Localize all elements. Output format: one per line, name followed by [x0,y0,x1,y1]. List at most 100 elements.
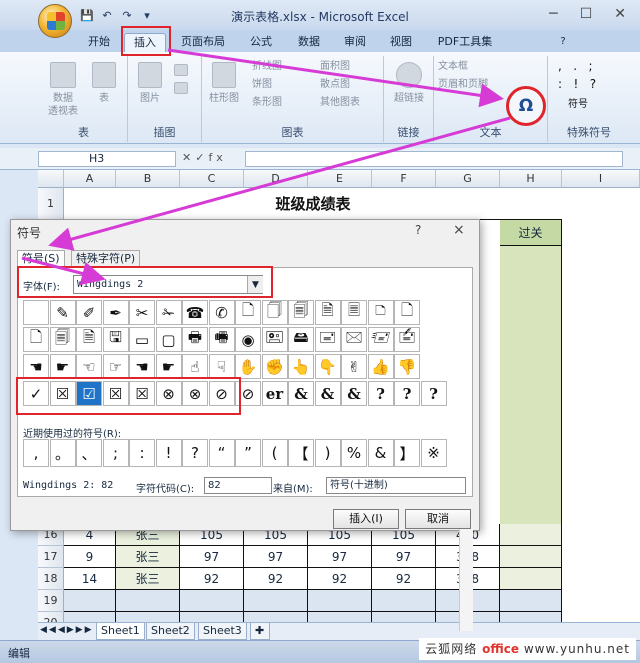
hyperlink-icon[interactable] [396,62,422,88]
table-cell[interactable] [372,612,436,622]
pivot-table-icon[interactable] [50,62,76,88]
recent-symbol-cell[interactable]: ( [261,439,288,467]
recent-symbol-cell[interactable]: ; [102,439,129,467]
insert-sheet-icon[interactable]: ✚ [250,623,270,640]
table-cell[interactable]: 97 [244,546,308,568]
table-cell[interactable]: 92 [308,568,372,590]
column-chart-button[interactable]: 柱形图 [204,92,244,105]
symbol-cell[interactable]: & [288,381,314,406]
symbol-cell[interactable]: ✎ [49,300,76,325]
symbol-cell[interactable]: 🗏 [341,300,367,325]
picture-icon[interactable] [138,62,162,88]
recent-symbol-cell[interactable]: ” [235,439,261,467]
table-cell[interactable] [500,590,562,612]
symbol-cell[interactable]: ✒ [102,300,129,325]
symbol-cell[interactable]: ✌ [341,354,367,379]
other-charts-button[interactable]: 其他图表 [320,96,380,109]
table-cell[interactable] [500,568,562,590]
cancel-button[interactable]: 取消 [405,509,471,529]
symbol-cell[interactable]: ☜ [76,354,102,379]
tab-pdf-tools[interactable]: PDF工具集 [432,33,498,52]
symbol-cell[interactable]: 🗐 [288,300,314,325]
row-header[interactable]: 1 [38,188,64,220]
column-header[interactable]: H [500,170,562,188]
recent-symbol-cell[interactable]: , [23,439,49,467]
table-cell[interactable]: 97 [180,546,244,568]
table-cell[interactable] [372,590,436,612]
header-cell-h[interactable]: 过关 [500,220,562,246]
symbol-cell[interactable]: & [341,381,367,406]
tab-review[interactable]: 审阅 [340,33,370,52]
table-cell[interactable] [64,590,116,612]
column-header[interactable]: D [244,170,308,188]
table-cell[interactable] [244,612,308,622]
symbol-cell[interactable]: & [314,381,341,406]
dialog-help-icon[interactable]: ? [415,223,421,237]
table-cell[interactable] [244,590,308,612]
recent-symbol-cell[interactable]: 、 [76,439,102,467]
symbol-cell[interactable]: 🗋 [394,300,420,325]
table-icon[interactable] [92,62,116,88]
symbol-cell[interactable]: 👎 [394,354,420,379]
column-header[interactable]: F [372,170,436,188]
insert-button[interactable]: 插入(I) [333,509,399,529]
scatter-chart-button[interactable]: 散点图 [320,78,380,91]
table-cell[interactable]: 14 [64,568,116,590]
textbox-button[interactable]: 文本框 [438,60,504,73]
symbol-cell[interactable]: ☚ [23,354,49,379]
table-cell[interactable]: 92 [180,568,244,590]
special-marks-row2[interactable]: : ! ? [558,78,618,91]
minimize-icon[interactable]: ─ [549,6,557,22]
clipart-icon[interactable] [174,64,188,76]
recent-symbol-cell[interactable]: ? [182,439,208,467]
symbol-cell[interactable]: ☟ [208,354,235,379]
symbol-cell[interactable]: 🖆 [394,327,420,352]
special-marks-row1[interactable]: , . ; [558,60,618,73]
symbol-cell[interactable]: 👆 [288,354,314,379]
table-cell[interactable] [308,612,372,622]
recent-symbol-cell[interactable]: & [367,439,394,467]
symbol-cell[interactable]: ✁ [155,300,182,325]
symbol-cell[interactable]: ✋ [235,354,261,379]
symbol-cell[interactable]: ☛ [155,354,182,379]
shapes-icon[interactable] [174,82,188,94]
symbol-cell[interactable]: ✐ [76,300,102,325]
sheet-tab-3[interactable]: Sheet3 [198,623,247,640]
sheet-tab-2[interactable]: Sheet2 [146,623,195,640]
symbol-grid-scrollbar[interactable] [459,519,473,631]
table-cell[interactable] [180,612,244,622]
table-button[interactable]: 表 [92,92,116,105]
row-header[interactable]: 18 [38,568,64,590]
hyperlink-button[interactable]: 超链接 [388,92,430,105]
formula-input[interactable] [245,151,623,167]
symbol-cell[interactable]: 👍 [367,354,394,379]
symbol-cell[interactable] [23,300,49,325]
tab-view[interactable]: 视图 [386,33,416,52]
tab-formulas[interactable]: 公式 [246,33,276,52]
table-cell[interactable] [500,612,562,622]
recent-symbol-cell[interactable]: “ [208,439,235,467]
symbol-cell[interactable]: 🗐 [49,327,76,352]
pivot-table-button[interactable]: 数据 透视表 [42,92,84,118]
sheet-nav-icon[interactable]: ◀◀◀▶▶▶ [40,625,94,635]
symbol-cell[interactable]: 🗎 [76,327,102,352]
name-box[interactable]: H3 [38,151,176,167]
row-header[interactable]: 17 [38,546,64,568]
recent-symbol-cell[interactable]: ) [314,439,341,467]
char-code-input[interactable]: 82 [204,477,272,494]
from-select[interactable]: 符号(十进制) [326,477,466,494]
symbol-cell[interactable]: ☝ [182,354,208,379]
symbol-cell[interactable]: 🗋 [23,327,49,352]
symbol-cell[interactable]: ☚ [129,354,155,379]
fx-icon[interactable]: ✕✓fx [182,151,227,164]
table-cell[interactable]: 97 [372,546,436,568]
symbol-cell[interactable]: ☛ [49,354,76,379]
table-cell[interactable]: 9 [64,546,116,568]
symbol-cell[interactable]: ☎ [182,300,208,325]
line-chart-button[interactable]: 折线图 [252,60,312,73]
row-header[interactable]: 19 [38,590,64,612]
symbol-cell[interactable]: ✊ [261,354,288,379]
symbol-cell[interactable]: 🖂 [341,327,367,352]
column-chart-icon[interactable] [212,62,236,88]
table-cell[interactable]: 张三 [116,546,180,568]
